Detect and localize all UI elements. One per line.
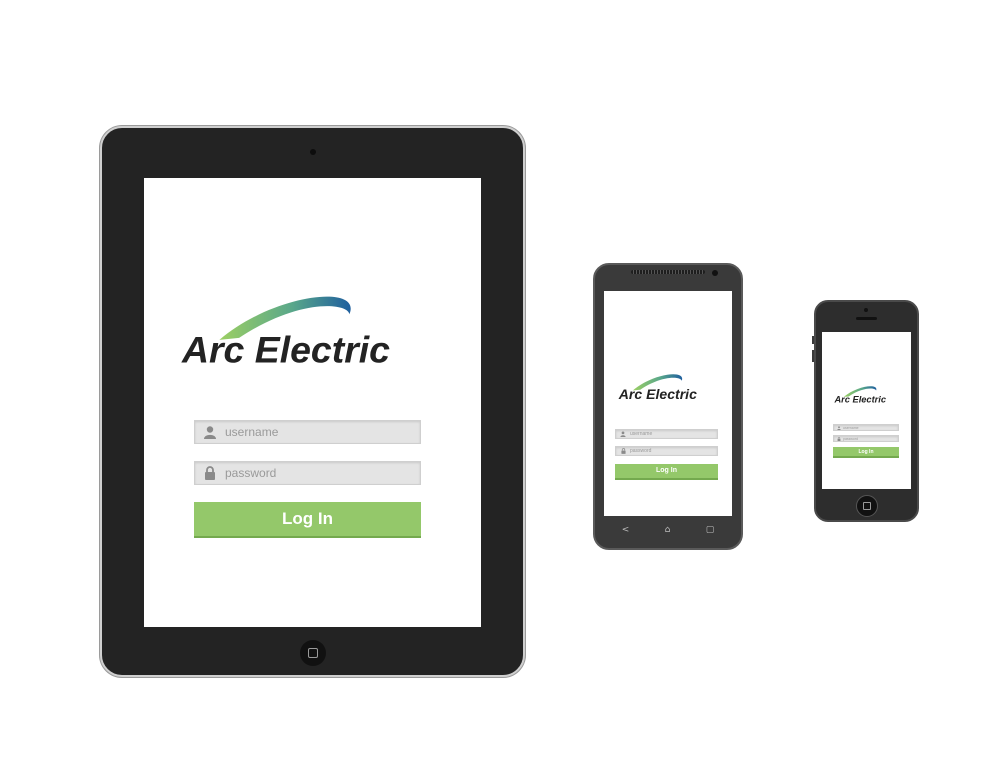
iphone-screen: Arc Electric username password Log In	[822, 332, 911, 489]
brand-name-text: Arc Electric	[618, 386, 697, 401]
username-input[interactable]: username	[194, 420, 421, 444]
android-device: Arc Electric username password Log In < …	[593, 263, 743, 550]
lock-icon	[834, 436, 843, 441]
tablet-home-button[interactable]	[300, 640, 326, 666]
volume-button	[812, 350, 814, 362]
iphone-home-button[interactable]	[856, 495, 878, 517]
username-placeholder: username	[843, 425, 859, 430]
iphone-camera	[864, 308, 868, 312]
brand-name-text: Arc Electric	[180, 328, 389, 368]
tablet-device: Arc Electric username password Log In	[100, 126, 525, 677]
login-form: Arc Electric username password Log In	[144, 178, 481, 627]
recent-apps-icon[interactable]: ▢	[706, 525, 715, 535]
iphone-device: Arc Electric username password Log In	[812, 300, 919, 522]
arc-electric-logo: Arc Electric	[180, 288, 446, 368]
android-speaker	[631, 270, 705, 274]
android-nav-bar: < ⌂ ▢	[604, 521, 732, 539]
password-input[interactable]: password	[194, 461, 421, 485]
username-input[interactable]: username	[615, 429, 718, 439]
iphone-earpiece	[856, 317, 877, 320]
brand-name-text: Arc Electric	[834, 395, 887, 404]
login-button[interactable]: Log In	[194, 502, 421, 538]
android-camera	[712, 270, 718, 276]
android-screen: Arc Electric username password Log In	[604, 291, 732, 516]
password-placeholder: password	[225, 466, 277, 480]
login-form: Arc Electric username password Log In	[822, 332, 911, 489]
login-button[interactable]: Log In	[615, 464, 718, 480]
lock-icon	[616, 448, 630, 454]
login-form: Arc Electric username password Log In	[604, 291, 732, 516]
username-placeholder: username	[225, 425, 279, 439]
password-placeholder: password	[630, 448, 652, 454]
user-icon	[195, 425, 225, 439]
username-placeholder: username	[630, 431, 653, 437]
arc-electric-logo: Arc Electric	[834, 384, 900, 404]
tablet-camera	[310, 149, 316, 155]
lock-icon	[195, 466, 225, 480]
user-icon	[616, 431, 630, 437]
mute-switch	[812, 336, 814, 344]
password-input[interactable]: password	[833, 435, 899, 442]
username-input[interactable]: username	[833, 424, 899, 431]
arc-electric-logo: Arc Electric	[618, 371, 718, 401]
password-placeholder: password	[843, 436, 858, 441]
home-icon[interactable]: ⌂	[665, 525, 671, 535]
password-input[interactable]: password	[615, 446, 718, 456]
tablet-screen: Arc Electric username password Log In	[144, 178, 481, 627]
back-icon[interactable]: <	[622, 525, 630, 535]
user-icon	[834, 425, 843, 430]
login-button[interactable]: Log In	[833, 447, 899, 458]
